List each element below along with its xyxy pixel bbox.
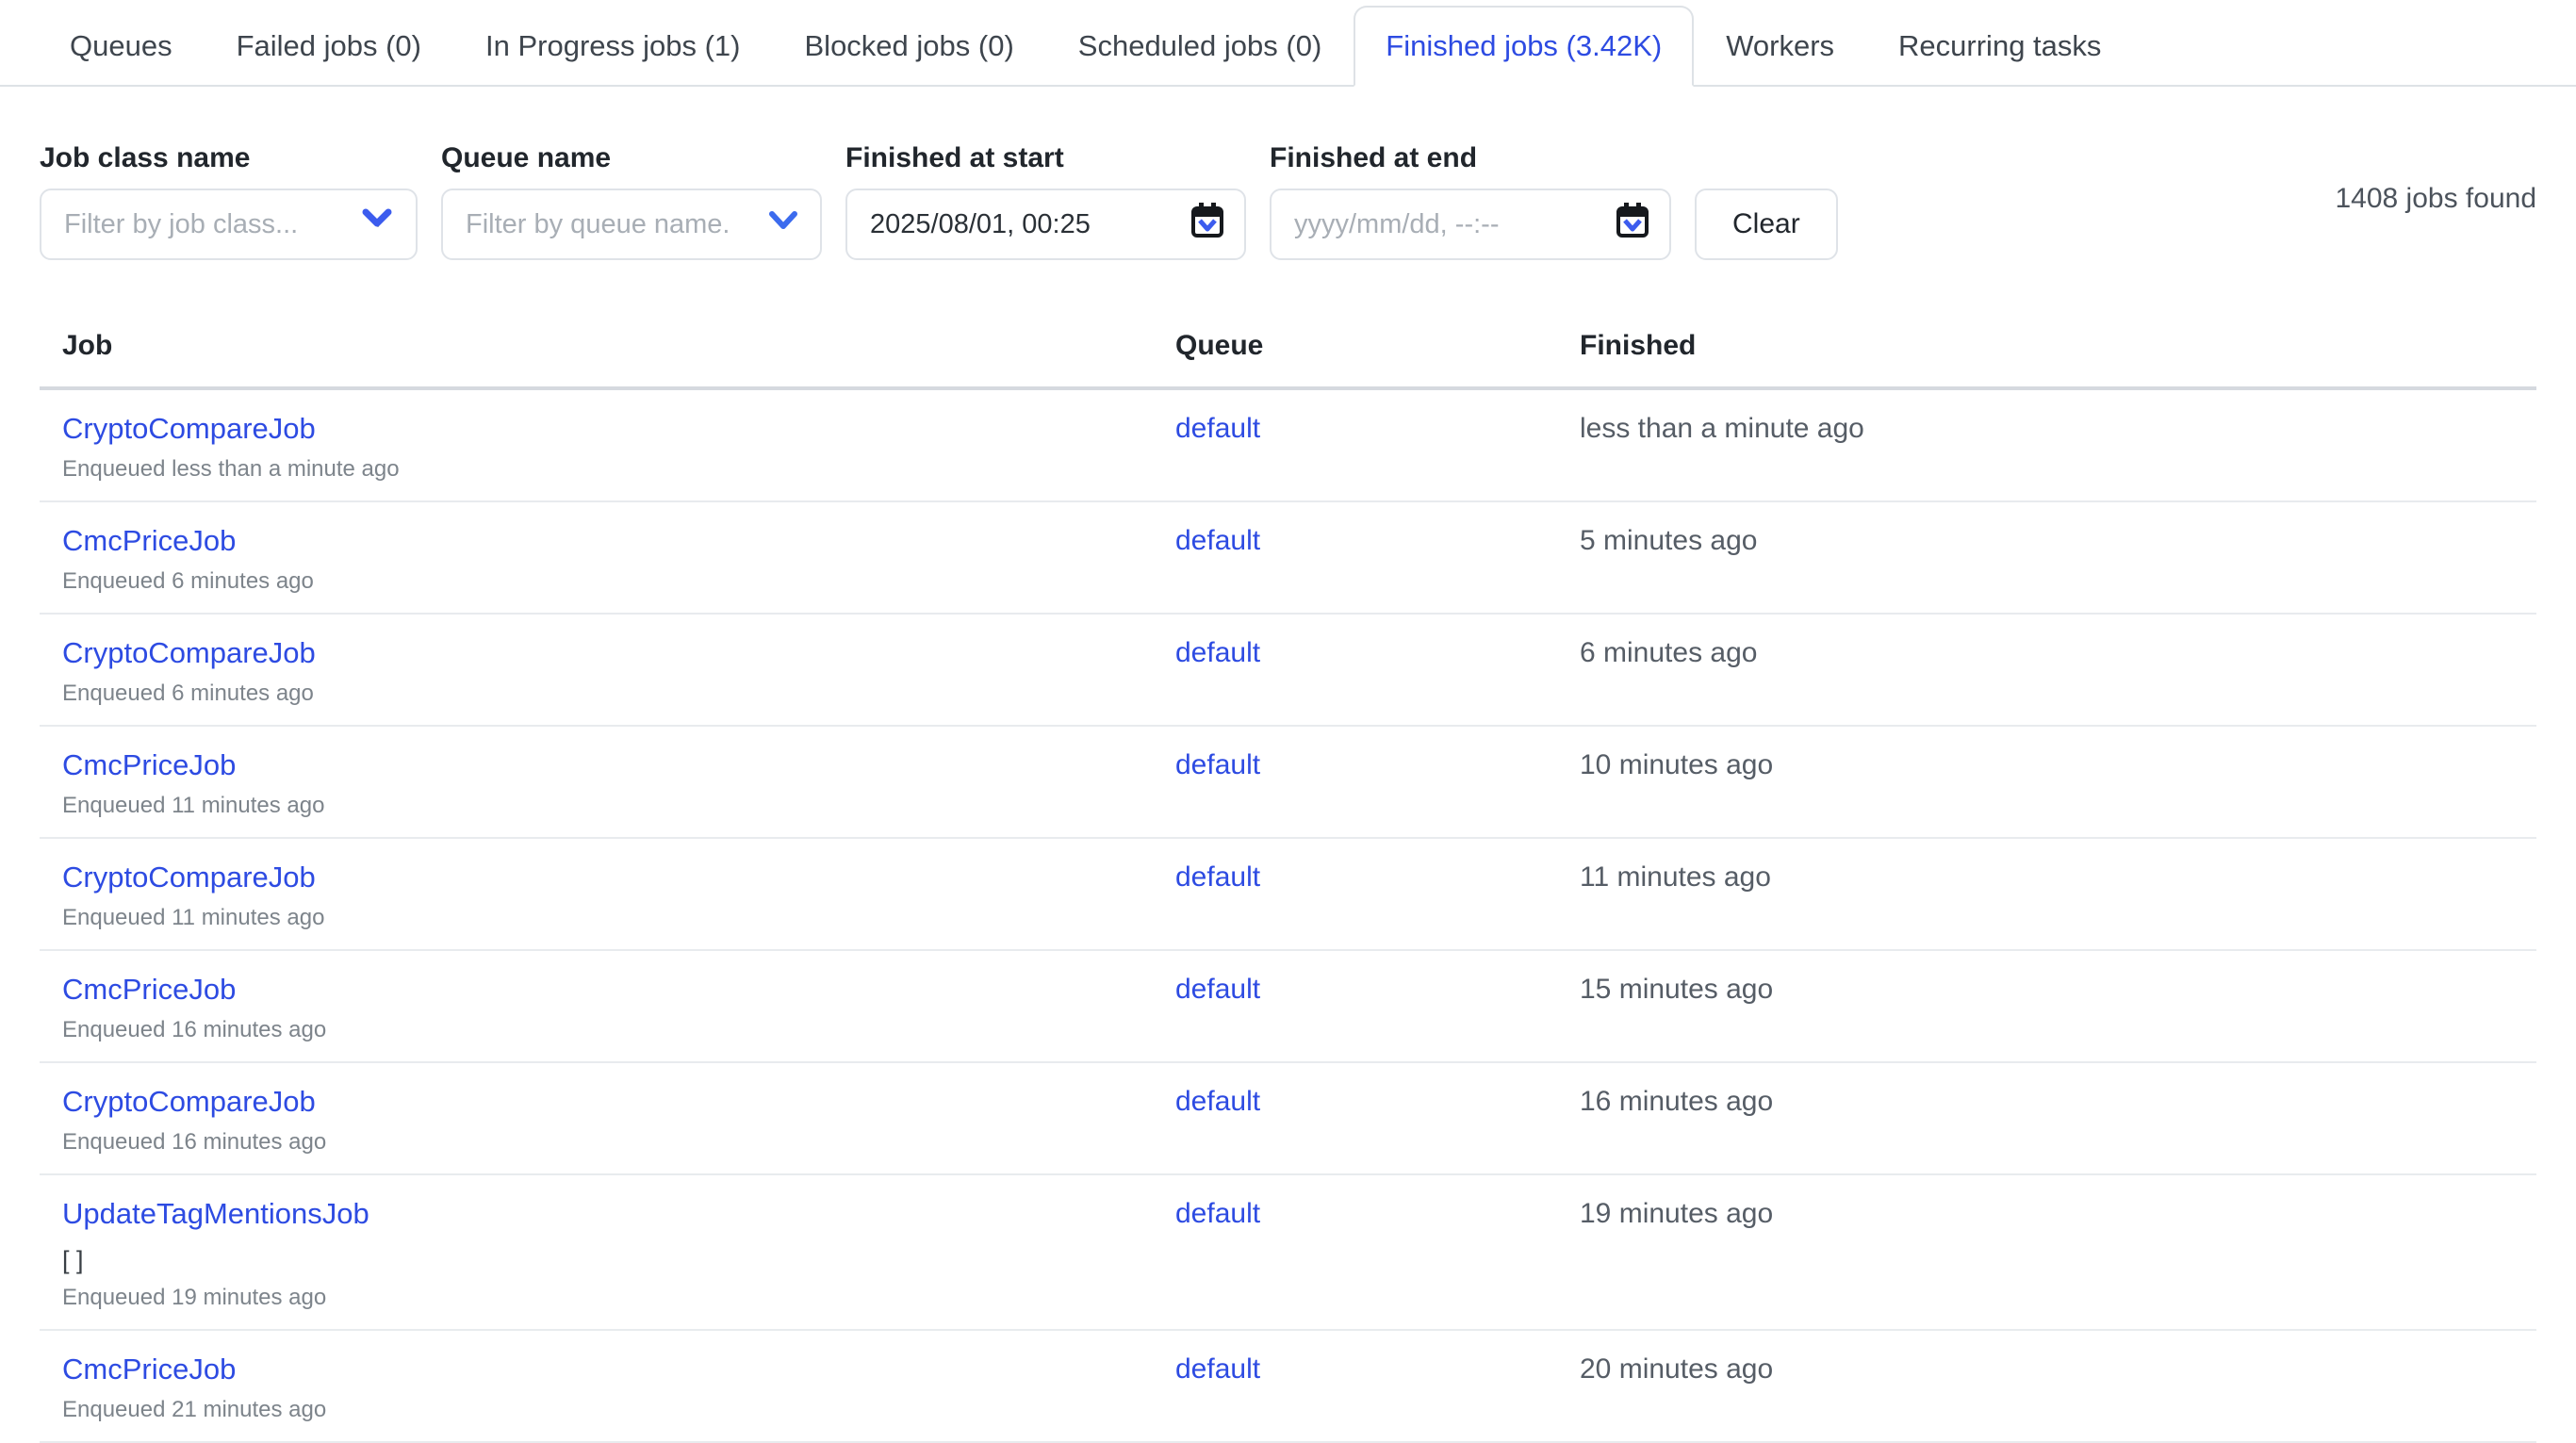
- finished-at-start-input[interactable]: 2025/08/01, 00:25: [845, 189, 1246, 260]
- queue-filter-group: Queue name Filter by queue name.: [441, 141, 822, 260]
- table-row: UpdateTagMentionsJob [ ] Enqueued 19 min…: [40, 1174, 2536, 1330]
- job-column-header: Job: [40, 302, 1153, 388]
- tab-blocked-jobs[interactable]: Blocked jobs (0): [773, 6, 1046, 85]
- job-link[interactable]: CryptoCompareJob: [62, 1086, 316, 1118]
- finished-column-header: Finished: [1557, 302, 2536, 388]
- finished-time: 16 minutes ago: [1557, 1062, 2536, 1174]
- job-arguments: [ ]: [62, 1246, 1130, 1274]
- tab-in-progress-jobs[interactable]: In Progress jobs (1): [453, 6, 773, 85]
- finished-at-end-placeholder: yyyy/mm/dd, --:--: [1294, 208, 1500, 240]
- tab-failed-jobs[interactable]: Failed jobs (0): [205, 6, 453, 85]
- finished-at-start-label: Finished at start: [845, 141, 1246, 175]
- finished-time: 5 minutes ago: [1557, 501, 2536, 614]
- job-link[interactable]: CmcPriceJob: [62, 974, 236, 1006]
- finished-at-end-label: Finished at end: [1270, 141, 1671, 175]
- finished-at-start-value: 2025/08/01, 00:25: [870, 208, 1091, 240]
- finished-time: less than a minute ago: [1557, 388, 2536, 501]
- finished-time: 10 minutes ago: [1557, 726, 2536, 838]
- queue-name-placeholder: Filter by queue name.: [466, 208, 730, 240]
- queue-link[interactable]: default: [1175, 974, 1260, 1005]
- enqueued-label: Enqueued 6 minutes ago: [62, 569, 1130, 594]
- tab-finished-jobs[interactable]: Finished jobs (3.42K): [1354, 6, 1694, 87]
- enqueued-label: Enqueued 16 minutes ago: [62, 1130, 1130, 1155]
- finished-time: 19 minutes ago: [1557, 1174, 2536, 1330]
- job-link[interactable]: UpdateTagMentionsJob: [62, 1198, 369, 1230]
- finished-jobs-table: Job Queue Finished CryptoCompareJob Enqu…: [40, 302, 2536, 1443]
- queue-link[interactable]: default: [1175, 1086, 1260, 1117]
- calendar-icon[interactable]: [1615, 202, 1650, 247]
- job-link[interactable]: CryptoCompareJob: [62, 637, 316, 669]
- table-row: CryptoCompareJob Enqueued 16 minutes ago…: [40, 1062, 2536, 1174]
- job-link[interactable]: CryptoCompareJob: [62, 861, 316, 894]
- enqueued-label: Enqueued 11 minutes ago: [62, 794, 1130, 818]
- calendar-icon[interactable]: [1190, 202, 1225, 247]
- tab-bar: Queues Failed jobs (0) In Progress jobs …: [0, 0, 2576, 87]
- queue-name-label: Queue name: [441, 141, 822, 175]
- enqueued-label: Enqueued 6 minutes ago: [62, 681, 1130, 706]
- queue-link[interactable]: default: [1175, 637, 1260, 668]
- enqueued-label: Enqueued 11 minutes ago: [62, 906, 1130, 930]
- job-link[interactable]: CmcPriceJob: [62, 1353, 236, 1386]
- tab-queues[interactable]: Queues: [38, 6, 205, 85]
- job-link[interactable]: CmcPriceJob: [62, 525, 236, 557]
- table-row: CmcPriceJob Enqueued 11 minutes ago defa…: [40, 726, 2536, 838]
- tab-scheduled-jobs[interactable]: Scheduled jobs (0): [1046, 6, 1354, 85]
- queue-name-select[interactable]: Filter by queue name.: [441, 189, 822, 260]
- job-link[interactable]: CryptoCompareJob: [62, 413, 316, 445]
- job-class-select[interactable]: Filter by job class...: [40, 189, 418, 260]
- table-header-row: Job Queue Finished: [40, 302, 2536, 388]
- enqueued-label: Enqueued less than a minute ago: [62, 457, 1130, 482]
- chevron-down-icon: [359, 205, 397, 244]
- table-row: CryptoCompareJob Enqueued less than a mi…: [40, 388, 2536, 501]
- finished-start-filter-group: Finished at start 2025/08/01, 00:25: [845, 141, 1246, 260]
- finished-time: 15 minutes ago: [1557, 950, 2536, 1062]
- enqueued-label: Enqueued 21 minutes ago: [62, 1398, 1130, 1422]
- table-row: CmcPriceJob Enqueued 16 minutes ago defa…: [40, 950, 2536, 1062]
- queue-column-header: Queue: [1153, 302, 1557, 388]
- table-row: CryptoCompareJob Enqueued 6 minutes ago …: [40, 614, 2536, 726]
- queue-link[interactable]: default: [1175, 861, 1260, 893]
- table-row: CmcPriceJob Enqueued 21 minutes ago defa…: [40, 1330, 2536, 1442]
- queue-link[interactable]: default: [1175, 1353, 1260, 1385]
- results-count: 1408 jobs found: [2335, 183, 2536, 215]
- enqueued-label: Enqueued 16 minutes ago: [62, 1018, 1130, 1042]
- job-class-label: Job class name: [40, 141, 418, 175]
- finished-time: 6 minutes ago: [1557, 614, 2536, 726]
- job-link[interactable]: CmcPriceJob: [62, 749, 236, 781]
- tab-recurring-tasks[interactable]: Recurring tasks: [1866, 6, 2133, 85]
- filters-bar: Job class name Filter by job class... Qu…: [0, 141, 2576, 260]
- finished-time: 11 minutes ago: [1557, 838, 2536, 950]
- table-row: CryptoCompareJob Enqueued 11 minutes ago…: [40, 838, 2536, 950]
- finished-end-filter-group: Finished at end yyyy/mm/dd, --:--: [1270, 141, 1671, 260]
- clear-button[interactable]: Clear: [1695, 189, 1838, 260]
- job-class-placeholder: Filter by job class...: [64, 208, 298, 240]
- tab-workers[interactable]: Workers: [1694, 6, 1866, 85]
- enqueued-label: Enqueued 19 minutes ago: [62, 1286, 1130, 1310]
- table-row: CmcPriceJob Enqueued 6 minutes ago defau…: [40, 501, 2536, 614]
- queue-link[interactable]: default: [1175, 1198, 1260, 1229]
- finished-time: 20 minutes ago: [1557, 1330, 2536, 1442]
- job-class-filter-group: Job class name Filter by job class...: [40, 141, 418, 260]
- queue-link[interactable]: default: [1175, 525, 1260, 556]
- queue-link[interactable]: default: [1175, 749, 1260, 780]
- queue-link[interactable]: default: [1175, 413, 1260, 444]
- chevron-down-icon: [765, 206, 801, 242]
- finished-at-end-input[interactable]: yyyy/mm/dd, --:--: [1270, 189, 1671, 260]
